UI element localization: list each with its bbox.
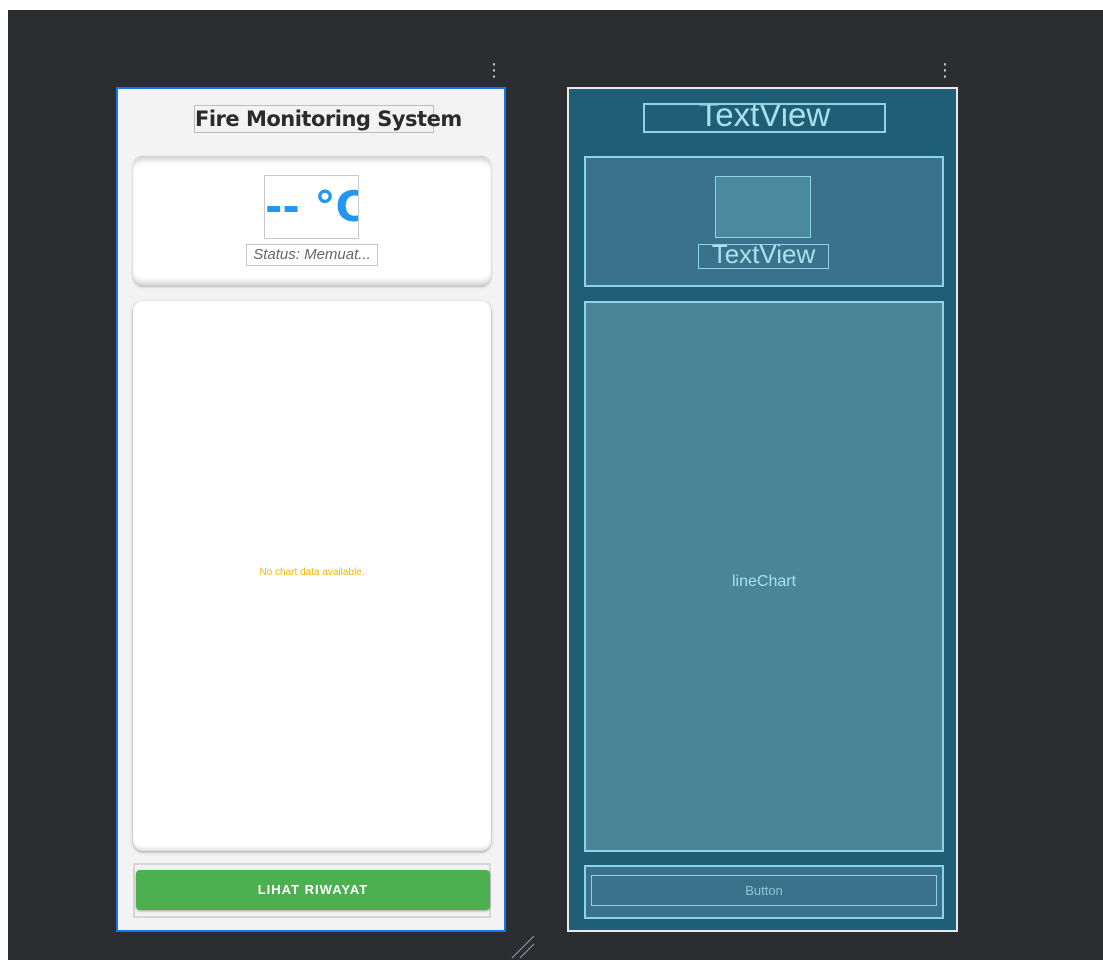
design-view-phone[interactable]: Fire Monitoring System -- °C Status: Mem… (116, 87, 506, 932)
history-button[interactable]: LIHAT RIWAYAT (136, 870, 490, 910)
blueprint-linechart-label: lineChart (731, 573, 797, 590)
status-text[interactable]: Status: Memuat... (246, 244, 378, 266)
blueprint-status-textview[interactable]: TextView (698, 244, 829, 269)
blueprint-title-textview[interactable]: TextView (643, 103, 886, 133)
temperature-value[interactable]: -- °C (264, 175, 359, 239)
chart-card[interactable]: No chart data available. (133, 301, 491, 851)
app-title[interactable]: Fire Monitoring System (194, 105, 462, 133)
blueprint-button[interactable]: Button (591, 875, 937, 906)
blueprint-temperature-textview[interactable] (715, 176, 811, 238)
design-options-icon[interactable]: ⋮ (485, 62, 503, 80)
blueprint-view[interactable]: TextView TextView lineChart Button (567, 87, 958, 932)
button-container: LIHAT RIWAYAT (133, 863, 491, 918)
blueprint-linechart[interactable]: lineChart (584, 301, 944, 852)
blueprint-options-icon[interactable]: ⋮ (936, 62, 954, 80)
chart-empty-message: No chart data available. (259, 567, 365, 578)
resize-handle-icon[interactable] (510, 934, 536, 960)
temperature-card[interactable]: -- °C Status: Memuat... (133, 156, 491, 286)
